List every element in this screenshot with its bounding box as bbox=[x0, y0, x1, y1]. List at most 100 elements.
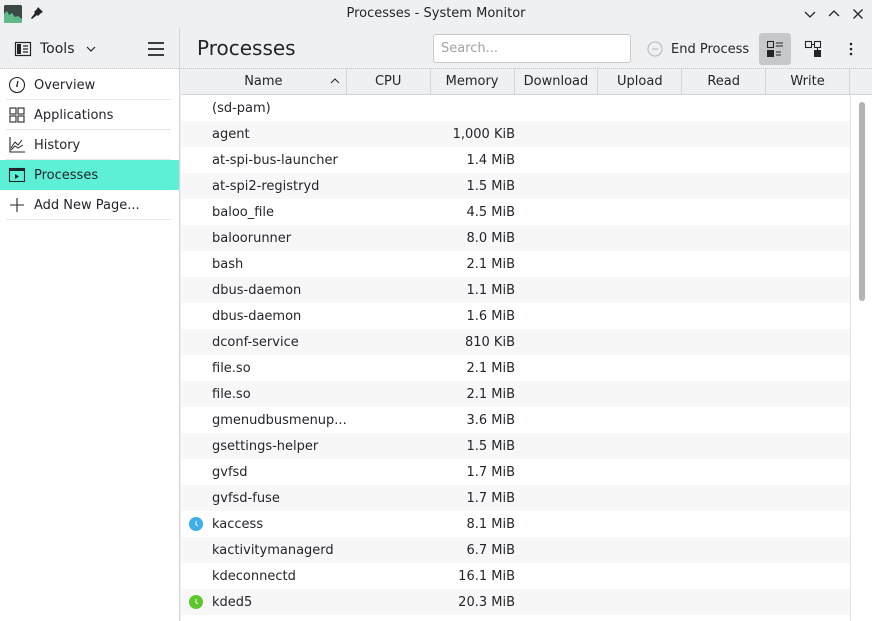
table-row[interactable]: gvfsd 1.7 MiB bbox=[181, 459, 850, 485]
tree-view-icon bbox=[804, 40, 822, 57]
table-row[interactable]: kactivitymanagerd 6.7 MiB bbox=[181, 537, 850, 563]
table-row[interactable]: gsettings-helper 1.5 MiB bbox=[181, 433, 850, 459]
process-memory: 2.1 MiB bbox=[466, 386, 515, 402]
column-label: Upload bbox=[617, 74, 663, 89]
sidebar-panel-icon bbox=[14, 41, 32, 57]
table-row[interactable]: gvfsd-fuse 1.7 MiB bbox=[181, 485, 850, 511]
end-process-label: End Process bbox=[671, 41, 750, 57]
process-memory: 16.1 MiB bbox=[458, 568, 515, 584]
column-label: Download bbox=[523, 74, 589, 89]
process-memory: 1.5 MiB bbox=[466, 178, 515, 194]
sidebar-item-overview[interactable]: Overview bbox=[0, 70, 179, 100]
table-row[interactable]: (sd-pam) bbox=[181, 95, 850, 121]
column-label: Read bbox=[707, 74, 741, 89]
table-row[interactable]: dconf-service 810 KiB bbox=[181, 329, 850, 355]
process-name: agent bbox=[212, 126, 250, 142]
sidebar-item-history[interactable]: History bbox=[0, 130, 179, 160]
process-name: gvfsd-fuse bbox=[212, 490, 280, 506]
page-title: Processes bbox=[197, 36, 296, 60]
process-name: bash bbox=[212, 256, 244, 272]
sidebar-item-label: Applications bbox=[34, 107, 114, 123]
table-header: Name CPU Memory Download Upload Read Wri… bbox=[181, 69, 850, 95]
minimize-button[interactable] bbox=[802, 6, 818, 22]
table-row[interactable]: gmenudbusmenup... 3.6 MiB bbox=[181, 407, 850, 433]
process-name: gvfsd bbox=[212, 464, 248, 480]
process-name: gsettings-helper bbox=[212, 438, 319, 454]
list-view-button[interactable] bbox=[759, 33, 791, 65]
process-memory: 20.3 MiB bbox=[458, 594, 515, 610]
process-memory: 1.7 MiB bbox=[466, 464, 515, 480]
column-header-download[interactable]: Download bbox=[515, 69, 599, 94]
column-header-upload[interactable]: Upload bbox=[598, 69, 683, 94]
process-memory: 810 KiB bbox=[464, 334, 515, 350]
table-row[interactable]: file.so 2.1 MiB bbox=[181, 355, 850, 381]
column-header-read[interactable]: Read bbox=[682, 69, 767, 94]
sort-ascending-icon bbox=[330, 78, 340, 84]
sidebar-header: Tools bbox=[0, 28, 179, 69]
process-name: dbus-daemon bbox=[212, 308, 302, 324]
process-memory: 2.1 MiB bbox=[466, 256, 515, 272]
column-header-memory[interactable]: Memory bbox=[431, 69, 515, 94]
process-name: (sd-pam) bbox=[212, 100, 271, 116]
chevron-down-icon bbox=[86, 46, 95, 52]
table-row[interactable]: agent 1,000 KiB bbox=[181, 121, 850, 147]
process-memory: 1.1 MiB bbox=[466, 282, 515, 298]
process-name: gmenudbusmenup... bbox=[212, 412, 347, 428]
column-header-cpu[interactable]: CPU bbox=[347, 69, 431, 94]
table-row[interactable]: baloorunner 8.0 MiB bbox=[181, 225, 850, 251]
table-row[interactable]: kdeconnectd 16.1 MiB bbox=[181, 563, 850, 589]
column-header-write[interactable]: Write bbox=[766, 69, 850, 94]
process-memory: 1.7 MiB bbox=[466, 490, 515, 506]
table-row[interactable]: baloo_file 4.5 MiB bbox=[181, 199, 850, 225]
process-name: dconf-service bbox=[212, 334, 299, 350]
grid-icon bbox=[9, 107, 25, 123]
process-name: at-spi2-registryd bbox=[212, 178, 320, 194]
table-row[interactable]: kded5 20.3 MiB bbox=[181, 589, 850, 615]
table-row[interactable]: kaccess 8.1 MiB bbox=[181, 511, 850, 537]
table-row[interactable]: dbus-daemon 1.1 MiB bbox=[181, 277, 850, 303]
process-memory: 1,000 KiB bbox=[452, 126, 515, 142]
process-memory: 3.6 MiB bbox=[466, 412, 515, 428]
chart-icon bbox=[9, 137, 25, 153]
sidebar-item-processes[interactable]: Processes bbox=[0, 160, 179, 190]
table-row[interactable]: bash 2.1 MiB bbox=[181, 251, 850, 277]
window-title: Processes - System Monitor bbox=[346, 6, 526, 21]
process-memory: 6.7 MiB bbox=[466, 542, 515, 558]
sidebar-item-add-new-page[interactable]: Add New Page... bbox=[0, 190, 179, 220]
accessibility-icon bbox=[189, 517, 203, 531]
process-name: kdeconnectd bbox=[212, 568, 296, 584]
sidebar-item-applications[interactable]: Applications bbox=[0, 100, 179, 130]
table-row[interactable]: at-spi-bus-launcher 1.4 MiB bbox=[181, 147, 850, 173]
kded-icon bbox=[189, 595, 203, 609]
process-name: baloorunner bbox=[212, 230, 292, 246]
sidebar-item-label: Add New Page... bbox=[34, 197, 140, 213]
table-row[interactable]: file.so 2.1 MiB bbox=[181, 381, 850, 407]
close-button[interactable] bbox=[850, 6, 866, 22]
process-memory: 1.6 MiB bbox=[466, 308, 515, 324]
chevron-up-icon bbox=[828, 10, 840, 17]
tools-menu-button[interactable]: Tools bbox=[8, 35, 103, 63]
table-body: (sd-pam) agent 1,000 KiB at-spi-bus-launche… bbox=[181, 95, 850, 615]
table-row[interactable]: dbus-daemon 1.6 MiB bbox=[181, 303, 850, 329]
process-name: file.so bbox=[212, 360, 251, 376]
process-table: Name CPU Memory Download Upload Read Wri… bbox=[181, 69, 872, 621]
maximize-button[interactable] bbox=[826, 6, 842, 22]
process-memory: 4.5 MiB bbox=[466, 204, 515, 220]
sidebar-item-label: Processes bbox=[34, 167, 99, 183]
main-header: Processes End Process bbox=[181, 28, 872, 69]
column-label: Name bbox=[244, 74, 283, 89]
search-input[interactable] bbox=[433, 34, 631, 63]
minus-circle-icon bbox=[647, 41, 663, 57]
sidebar-item-label: Overview bbox=[34, 77, 96, 93]
more-options-button[interactable] bbox=[835, 33, 867, 65]
table-row[interactable]: at-spi2-registryd 1.5 MiB bbox=[181, 173, 850, 199]
end-process-button[interactable]: End Process bbox=[647, 35, 749, 63]
hamburger-menu-icon[interactable] bbox=[146, 40, 166, 58]
column-header-name[interactable]: Name bbox=[181, 69, 347, 94]
gauge-icon bbox=[8, 76, 26, 94]
tree-view-button[interactable] bbox=[797, 33, 829, 65]
process-name: at-spi-bus-launcher bbox=[212, 152, 338, 168]
process-name: kded5 bbox=[212, 594, 253, 610]
column-label: Write bbox=[790, 74, 825, 89]
scrollbar-thumb[interactable] bbox=[859, 102, 865, 301]
